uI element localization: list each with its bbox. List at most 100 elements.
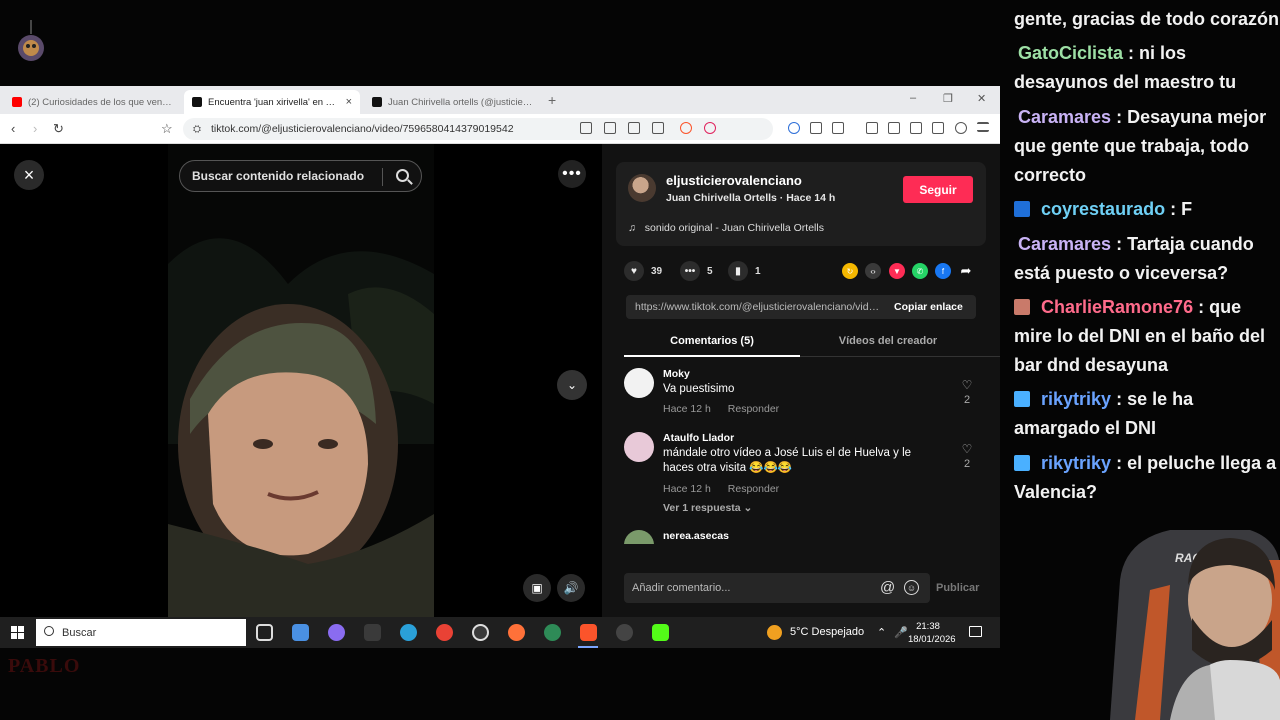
weather-label[interactable]: 5°C Despejado <box>790 626 864 638</box>
comment-author[interactable]: Ataulfo Llador <box>663 432 734 444</box>
windows-start-icon[interactable] <box>11 626 24 639</box>
app-icon[interactable] <box>364 624 381 641</box>
leo-ai-icon[interactable] <box>932 122 944 134</box>
bookmark-icon[interactable]: ☆ <box>161 121 173 137</box>
microphone-icon[interactable]: 🎤 <box>894 626 908 639</box>
brave-icon[interactable] <box>580 624 597 641</box>
comment-like-button[interactable]: ♡ 2 <box>960 378 974 406</box>
author-avatar[interactable] <box>628 174 656 202</box>
bookmark-icon: ▮ <box>728 261 748 281</box>
video-link: https://www.tiktok.com/@eljusticierovale… <box>635 301 880 313</box>
comment-meta: Hace 12 h Responder <box>663 403 793 415</box>
close-window-button[interactable]: ✕ <box>977 92 986 105</box>
more-options-button[interactable]: ••• <box>558 160 586 188</box>
send-icon[interactable]: ▼ <box>889 263 905 279</box>
tab-comments[interactable]: Comentarios (5) <box>624 335 800 347</box>
store-icon[interactable] <box>292 624 309 641</box>
picture-in-picture-icon[interactable]: ▣ <box>523 574 551 602</box>
music-icon[interactable] <box>866 122 878 134</box>
share-icon[interactable] <box>652 122 664 134</box>
vpn-icon[interactable] <box>955 122 967 134</box>
music-note-icon: ♫ <box>628 222 636 234</box>
tab-close-icon[interactable]: × <box>340 96 352 108</box>
view-replies-button[interactable]: Ver 1 respuesta ⌄ <box>663 502 752 514</box>
search-icon[interactable] <box>396 169 409 182</box>
reader-icon[interactable] <box>832 122 844 134</box>
share-arrow-icon[interactable]: ➦ <box>958 263 974 279</box>
comment-input[interactable]: Añadir comentario... @ ☺ <box>624 573 930 603</box>
comment-like-button[interactable]: ♡ 2 <box>960 442 974 470</box>
site-info-icon[interactable]: ⛭ <box>193 124 201 135</box>
comment-author[interactable]: nerea.asecas <box>663 530 729 542</box>
cast-icon[interactable] <box>628 122 640 134</box>
minimize-button[interactable]: – <box>910 92 916 104</box>
chat-message: coyrestaurado : F <box>1014 195 1280 224</box>
tray-chevron-icon[interactable]: ⌃ <box>877 626 886 639</box>
reload-button[interactable]: ↻ <box>53 121 64 137</box>
search-icon <box>44 626 54 636</box>
publish-button[interactable]: Publicar <box>936 582 979 594</box>
comment-count: 5 <box>707 265 713 277</box>
obs-icon[interactable] <box>616 624 633 641</box>
xbox-icon[interactable] <box>544 624 561 641</box>
tab-tiktok-profile[interactable]: Juan Chirivella ortells (@justicierovale… <box>364 90 542 114</box>
next-video-button[interactable]: ⌄ <box>557 370 587 400</box>
comment-avatar[interactable] <box>624 530 654 544</box>
mention-icon[interactable]: @ <box>880 579 895 596</box>
repost-icon[interactable]: ↻ <box>842 263 858 279</box>
tab-title: Encuentra 'juan xirivella' en TikTok <box>208 96 340 108</box>
chat-message: rikytriky : se le ha amargado el DNI <box>1014 385 1280 443</box>
task-view-icon[interactable] <box>256 624 273 641</box>
translate-language-icon[interactable] <box>604 122 616 134</box>
brave-rewards-icon[interactable] <box>704 122 716 134</box>
music-link[interactable]: ♫ sonido original - Juan Chirivella Orte… <box>628 222 824 234</box>
chrome-icon[interactable] <box>436 624 453 641</box>
menu-icon[interactable] <box>977 122 989 132</box>
related-search-input[interactable]: Buscar contenido relacionado <box>179 160 422 192</box>
volume-icon[interactable]: 🔊 <box>557 574 585 602</box>
reply-button[interactable]: Responder <box>728 403 779 415</box>
new-tab-button[interactable]: + <box>548 92 556 108</box>
kick-icon[interactable] <box>652 624 669 641</box>
window-icon[interactable] <box>910 122 922 134</box>
media-player-icon[interactable] <box>472 624 489 641</box>
firefox-icon[interactable] <box>508 624 525 641</box>
audio-playing-icon[interactable] <box>788 122 800 134</box>
comment-avatar[interactable] <box>624 432 654 462</box>
search-placeholder: Buscar contenido relacionado <box>192 169 365 183</box>
weather-icon[interactable] <box>767 625 782 640</box>
brave-shields-icon[interactable] <box>680 122 692 134</box>
comment-avatar[interactable] <box>624 368 654 398</box>
translate-icon[interactable] <box>580 122 592 134</box>
follow-button[interactable]: Seguir <box>903 176 973 203</box>
extensions-icon[interactable] <box>810 122 822 134</box>
author-handle[interactable]: eljusticierovalenciano <box>666 173 802 188</box>
tab-creator-videos[interactable]: Vídeos del creador <box>800 335 976 347</box>
comment-text: mándale otro vídeo a José Luis el de Hue… <box>663 447 912 474</box>
back-button[interactable]: ‹ <box>11 121 15 136</box>
facebook-icon[interactable]: f <box>935 263 951 279</box>
sidebar-icon[interactable] <box>888 122 900 134</box>
save-button[interactable]: ▮ 1 <box>728 261 761 281</box>
embed-icon[interactable]: ‹› <box>865 263 881 279</box>
app-icon[interactable] <box>328 624 345 641</box>
copy-link-button[interactable]: Copiar enlace <box>894 301 963 313</box>
notification-icon[interactable] <box>969 626 982 637</box>
taskbar-search[interactable]: Buscar <box>36 619 246 646</box>
close-video-button[interactable]: × <box>14 160 44 190</box>
emoji-icon[interactable]: ☺ <box>904 580 919 595</box>
whatsapp-icon[interactable]: ✆ <box>912 263 928 279</box>
like-button[interactable]: ♥ 39 <box>624 261 662 281</box>
tab-tiktok-search[interactable]: Encuentra 'juan xirivella' en TikTok × <box>184 90 360 114</box>
comment-meta: Hace 12 h Responder <box>663 483 793 495</box>
reply-button[interactable]: Responder <box>728 483 779 495</box>
telegram-icon[interactable] <box>400 624 417 641</box>
forward-button[interactable]: › <box>33 121 37 136</box>
restore-button[interactable]: ❐ <box>943 92 953 105</box>
clock[interactable]: 21:38 18/01/2026 <box>908 620 956 646</box>
heart-icon: ♥ <box>624 261 644 281</box>
comment-button[interactable]: ••• 5 <box>680 261 713 281</box>
comment-author[interactable]: Moky <box>663 368 690 380</box>
tab-youtube[interactable]: (2) Curiosidades de los que ven mi conte… <box>4 90 182 114</box>
video-player[interactable] <box>168 144 434 617</box>
